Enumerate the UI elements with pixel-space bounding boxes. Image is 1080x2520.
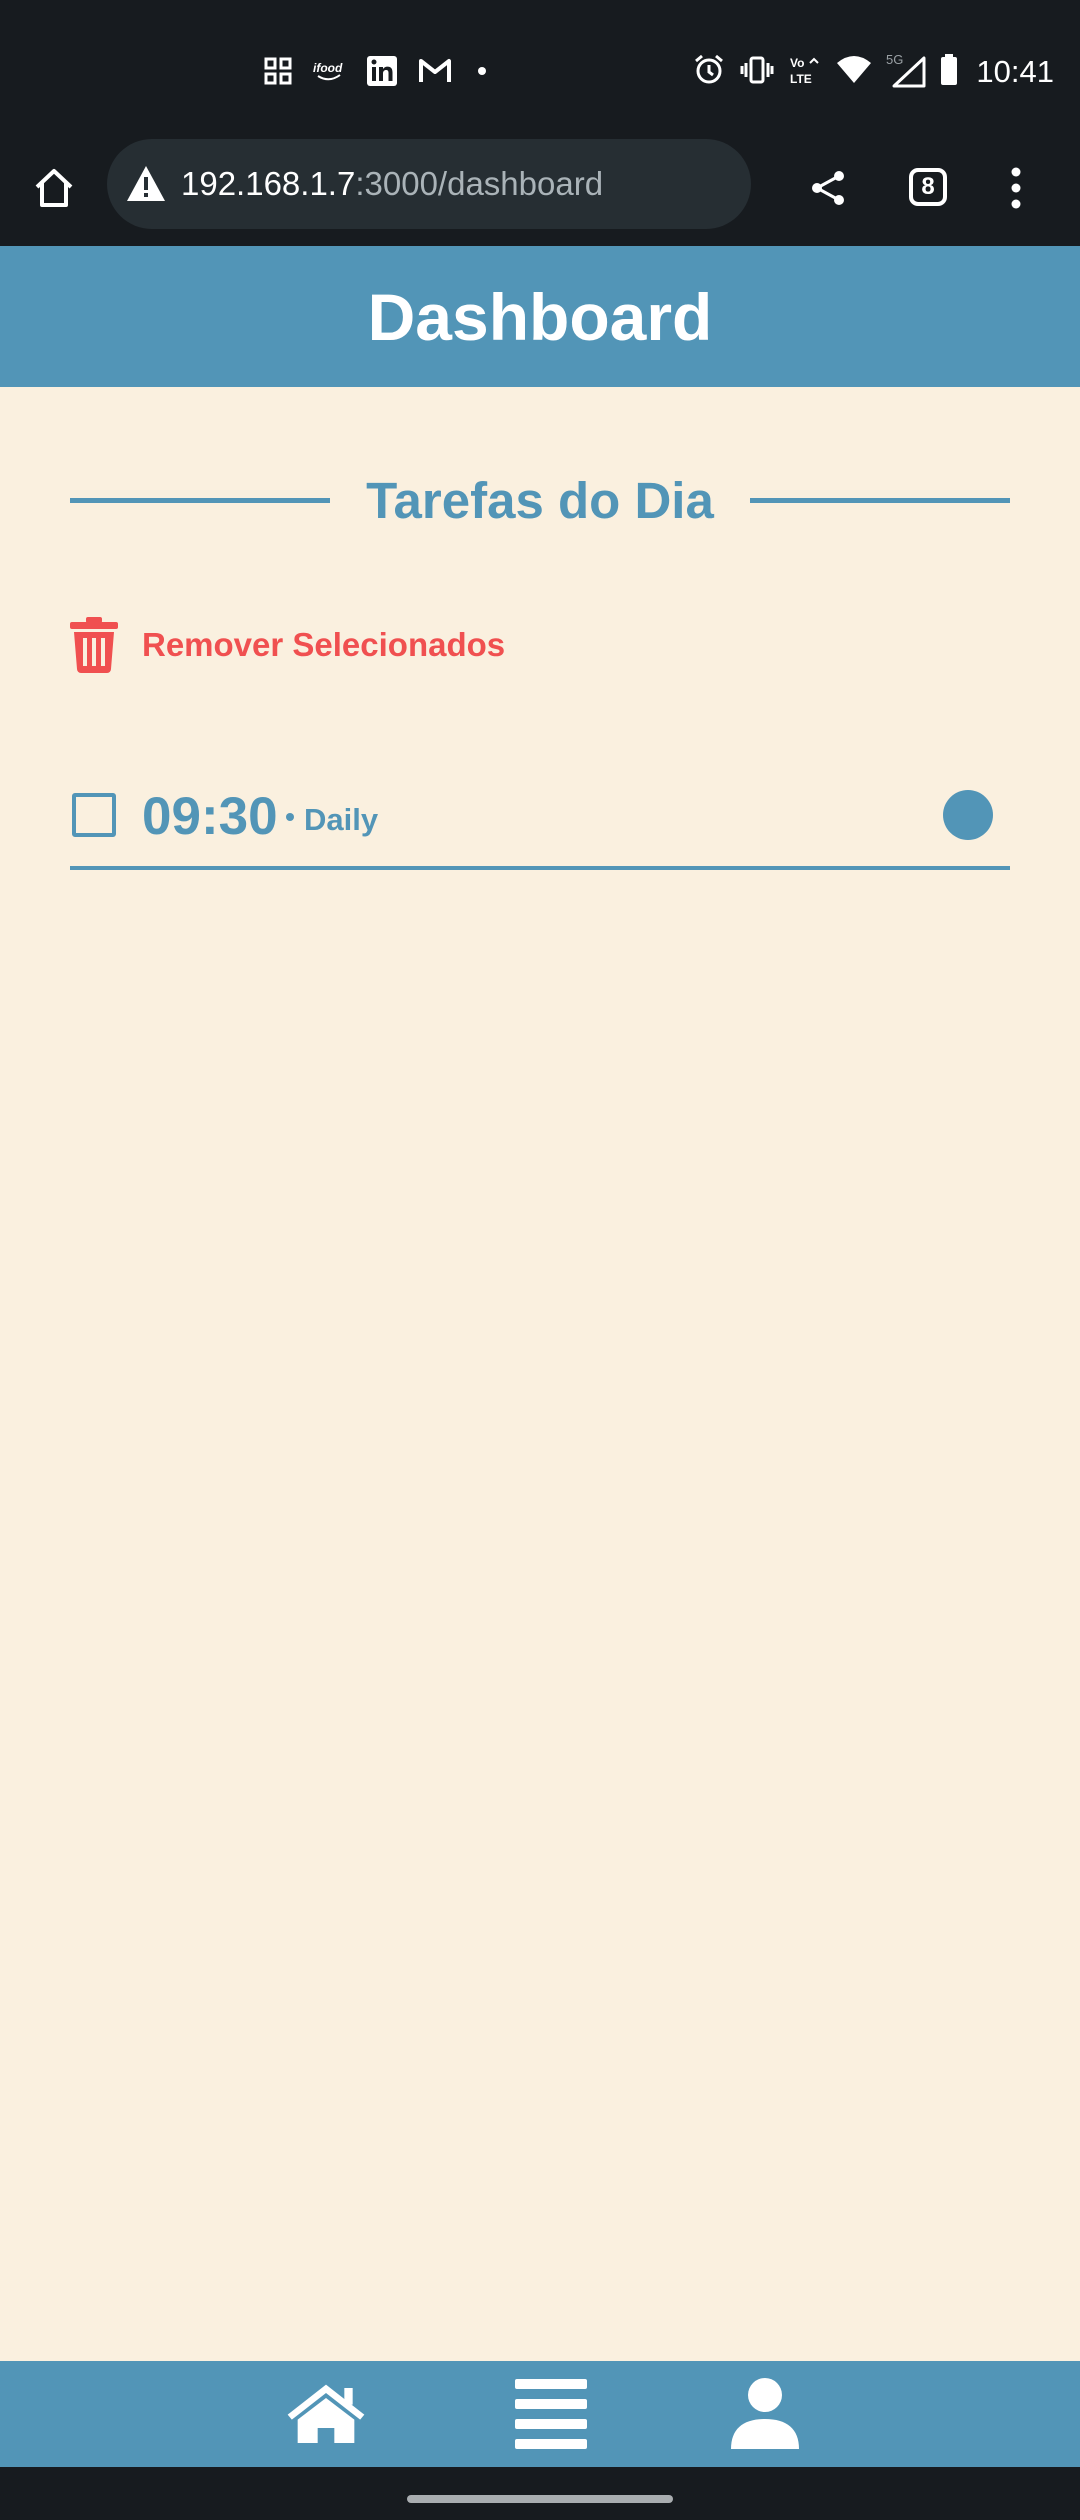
- section-divider-right: [749, 497, 1011, 503]
- browser-menu-button[interactable]: [996, 160, 1036, 216]
- bottom-navigation: [0, 2361, 1080, 2467]
- dot-icon: [472, 61, 492, 86]
- url-path: :3000/dashboard: [355, 165, 604, 202]
- wifi-icon: [836, 55, 872, 90]
- remove-selected-button[interactable]: Remover Selecionados: [70, 612, 505, 678]
- network-type-label: 5G: [886, 52, 903, 67]
- svg-text:Vo: Vo: [790, 56, 804, 70]
- task-row: 09:30 Daily: [70, 780, 1010, 870]
- nav-home-button[interactable]: [286, 2373, 366, 2453]
- status-bar: ifood Vo LTE 5G 10:41: [0, 0, 1080, 136]
- section-title: Tarefas do Dia: [366, 471, 714, 529]
- svg-text:ifood: ifood: [313, 61, 343, 75]
- task-time: 09:30: [142, 787, 278, 846]
- address-bar[interactable]: 192.168.1.7:3000/dashboard: [107, 139, 751, 229]
- more-vertical-icon: [1011, 167, 1021, 209]
- vibrate-icon: [740, 55, 774, 90]
- share-button[interactable]: [800, 160, 856, 216]
- share-icon: [812, 171, 844, 205]
- gmail-icon: [418, 58, 452, 89]
- status-time: 10:41: [976, 54, 1054, 89]
- notification-icons: ifood: [264, 52, 492, 94]
- home-outline-icon: [35, 169, 73, 207]
- alarm-icon: [692, 53, 726, 92]
- grid-icon: [264, 57, 292, 90]
- gesture-handle[interactable]: [407, 2495, 673, 2503]
- svg-text:LTE: LTE: [790, 72, 812, 86]
- nav-profile-button[interactable]: [725, 2373, 805, 2453]
- url-text: 192.168.1.7:3000/dashboard: [181, 165, 603, 203]
- signal-icon: 5G: [886, 52, 926, 93]
- section-heading: Tarefas do Dia: [70, 460, 1011, 540]
- user-icon: [731, 2378, 799, 2449]
- page-title: Dashboard: [367, 279, 713, 354]
- battery-icon: [940, 53, 958, 91]
- system-icons: Vo LTE 5G 10:41: [692, 48, 1054, 96]
- trash-icon: [70, 617, 118, 673]
- task-status-indicator[interactable]: [943, 790, 993, 840]
- tab-switcher-button[interactable]: 8: [903, 162, 953, 212]
- browser-toolbar: 192.168.1.7:3000/dashboard 8: [0, 136, 1080, 246]
- section-divider-left: [70, 497, 331, 503]
- volte-icon: Vo LTE: [788, 53, 822, 92]
- task-checkbox[interactable]: [72, 793, 116, 837]
- gesture-bar: [0, 2467, 1080, 2520]
- app-header: Dashboard: [0, 246, 1080, 387]
- task-type: Daily: [304, 802, 379, 837]
- warning-icon: [127, 166, 165, 201]
- list-icon: [515, 2379, 587, 2449]
- nav-list-button[interactable]: [511, 2373, 591, 2453]
- linkedin-icon: [366, 55, 398, 92]
- tab-count: 8: [909, 168, 947, 206]
- remove-selected-label: Remover Selecionados: [142, 626, 506, 663]
- ifood-icon: ifood: [312, 59, 346, 88]
- url-host: 192.168.1.7: [181, 165, 356, 202]
- browser-home-button[interactable]: [26, 160, 82, 216]
- separator-dot: [286, 813, 294, 821]
- home-icon: [287, 2384, 365, 2443]
